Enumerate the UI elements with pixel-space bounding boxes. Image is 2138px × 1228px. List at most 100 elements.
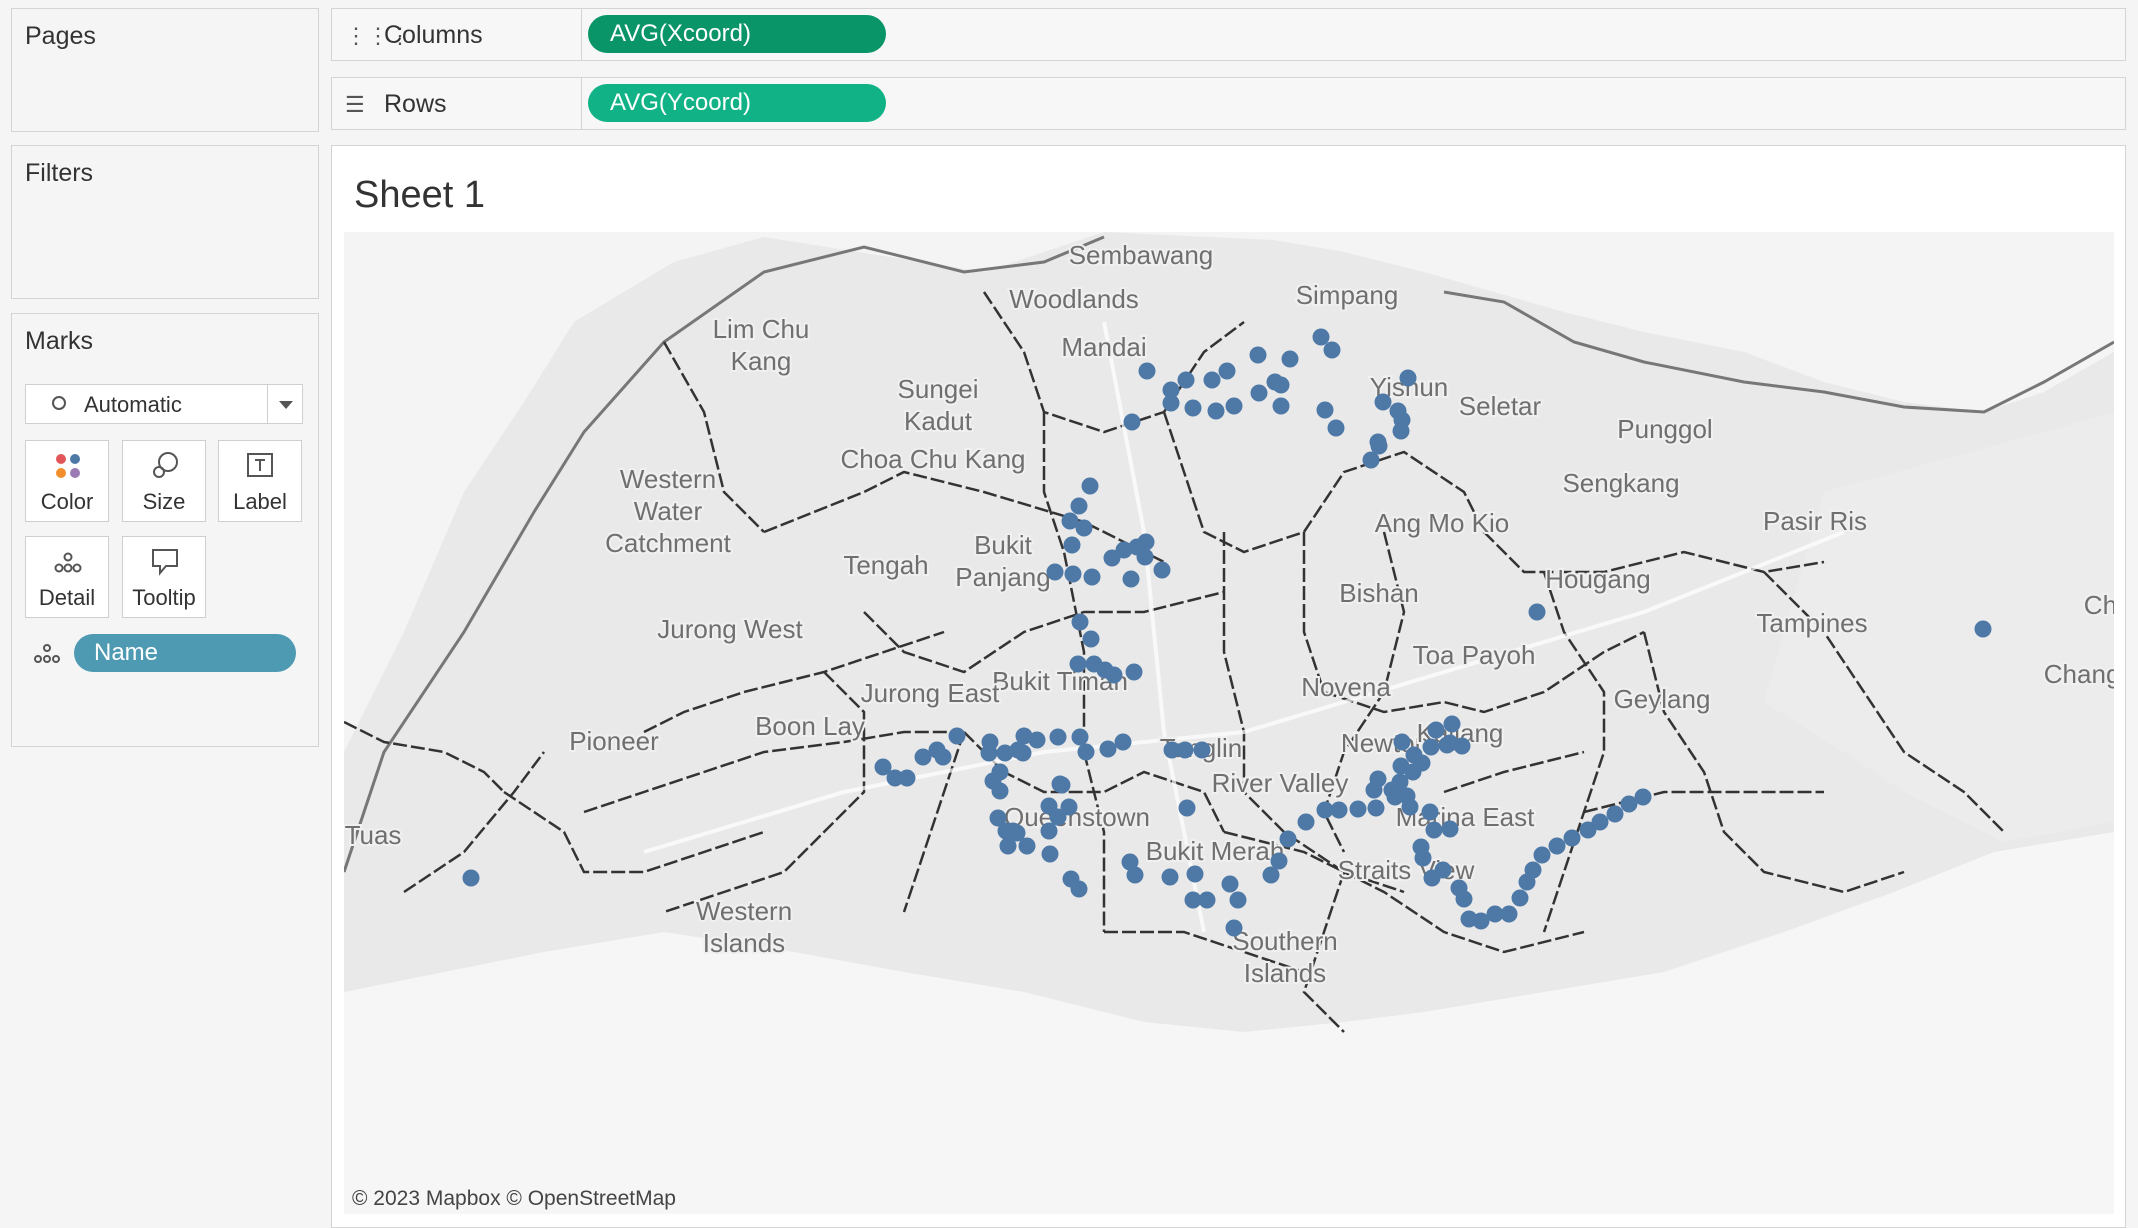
- tooltip-button[interactable]: Tooltip: [122, 536, 206, 618]
- mark-type-dropdown[interactable]: Automatic: [25, 384, 303, 424]
- map-point-mark[interactable]: [1077, 743, 1095, 761]
- map-point-mark[interactable]: [1122, 570, 1140, 588]
- map-point-mark[interactable]: [886, 769, 904, 787]
- map-point-mark[interactable]: [1425, 821, 1443, 839]
- rows-shelf[interactable]: ☰ Rows AVG(Ycoord): [331, 77, 2126, 130]
- map-point-mark[interactable]: [1422, 738, 1440, 756]
- map-point-mark[interactable]: [991, 782, 1009, 800]
- map-point-mark[interactable]: [1383, 781, 1401, 799]
- map-point-mark[interactable]: [1071, 728, 1089, 746]
- label-button[interactable]: Label: [218, 440, 302, 522]
- map-point-mark[interactable]: [1438, 736, 1456, 754]
- map-point-mark[interactable]: [1279, 830, 1297, 848]
- map-point-mark[interactable]: [1225, 919, 1243, 937]
- map-point-mark[interactable]: [1137, 533, 1155, 551]
- map-point-mark[interactable]: [1207, 402, 1225, 420]
- map-point-mark[interactable]: [1123, 413, 1141, 431]
- map-point-mark[interactable]: [1369, 770, 1387, 788]
- map-point-mark[interactable]: [1330, 801, 1348, 819]
- map-point-mark[interactable]: [1070, 497, 1088, 515]
- map-point-mark[interactable]: [1393, 411, 1411, 429]
- map-point-mark[interactable]: [996, 744, 1014, 762]
- map-point-mark[interactable]: [1049, 728, 1067, 746]
- map-point-mark[interactable]: [1081, 477, 1099, 495]
- map-point-mark[interactable]: [1041, 845, 1059, 863]
- map-point-mark[interactable]: [1362, 451, 1380, 469]
- map-point-mark[interactable]: [1374, 393, 1392, 411]
- map-point-mark[interactable]: [1136, 548, 1154, 566]
- map-point-mark[interactable]: [1162, 394, 1180, 412]
- map-point-mark[interactable]: [989, 809, 1007, 827]
- map-point-mark[interactable]: [999, 837, 1017, 855]
- map-point-mark[interactable]: [1153, 561, 1171, 579]
- map-point-mark[interactable]: [1250, 384, 1268, 402]
- map-point-mark[interactable]: [1323, 341, 1341, 359]
- map-point-mark[interactable]: [1327, 419, 1345, 437]
- map-point-mark[interactable]: [1281, 350, 1299, 368]
- map-point-mark[interactable]: [948, 727, 966, 745]
- map-point-mark[interactable]: [1511, 889, 1529, 907]
- size-button[interactable]: Size: [122, 440, 206, 522]
- map-point-mark[interactable]: [1455, 890, 1473, 908]
- map-canvas[interactable]: Sembawang Simpang Lim ChuKang Woodlands Mand…: [344, 232, 2114, 1214]
- map-point-mark[interactable]: [1399, 369, 1417, 387]
- map-point-mark[interactable]: [462, 869, 480, 887]
- rows-field-pill[interactable]: AVG(Ycoord): [588, 84, 886, 122]
- color-button[interactable]: Color: [25, 440, 109, 522]
- map-point-mark[interactable]: [1193, 741, 1211, 759]
- map-point-mark[interactable]: [1161, 868, 1179, 886]
- map-point-mark[interactable]: [1316, 401, 1334, 419]
- map-point-mark[interactable]: [1524, 861, 1542, 879]
- map-point-mark[interactable]: [1178, 799, 1196, 817]
- map-point-mark[interactable]: [1421, 803, 1439, 821]
- columns-field-pill[interactable]: AVG(Xcoord): [588, 15, 886, 53]
- map-point-mark[interactable]: [1177, 371, 1195, 389]
- map-point-mark[interactable]: [1203, 371, 1221, 389]
- map-point-mark[interactable]: [1533, 846, 1551, 864]
- map-point-mark[interactable]: [1249, 346, 1267, 364]
- map-point-mark[interactable]: [1393, 733, 1411, 751]
- map-point-mark[interactable]: [1069, 655, 1087, 673]
- detail-field-pill[interactable]: Name: [74, 634, 296, 672]
- map-point-mark[interactable]: [1443, 715, 1461, 733]
- map-point-mark[interactable]: [1427, 721, 1445, 739]
- map-point-mark[interactable]: [1184, 399, 1202, 417]
- map-point-mark[interactable]: [1018, 837, 1036, 855]
- map-point-mark[interactable]: [1053, 776, 1071, 794]
- map-point-mark[interactable]: [980, 744, 998, 762]
- map-point-mark[interactable]: [1114, 733, 1132, 751]
- map-point-mark[interactable]: [1126, 866, 1144, 884]
- map-point-mark[interactable]: [1083, 568, 1101, 586]
- map-point-mark[interactable]: [928, 741, 946, 759]
- map-point-mark[interactable]: [1046, 563, 1064, 581]
- map-point-mark[interactable]: [1225, 397, 1243, 415]
- map-point-mark[interactable]: [1221, 875, 1239, 893]
- map-point-mark[interactable]: [1075, 519, 1093, 537]
- map-point-mark[interactable]: [1070, 880, 1088, 898]
- map-point-mark[interactable]: [1414, 849, 1432, 867]
- map-point-mark[interactable]: [1441, 820, 1459, 838]
- map-point-mark[interactable]: [1272, 376, 1290, 394]
- map-point-mark[interactable]: [1270, 852, 1288, 870]
- detail-button[interactable]: Detail: [25, 536, 109, 618]
- map-point-mark[interactable]: [1163, 741, 1181, 759]
- map-point-mark[interactable]: [1040, 797, 1058, 815]
- map-point-mark[interactable]: [1434, 861, 1452, 879]
- map-point-mark[interactable]: [991, 763, 1009, 781]
- map-point-mark[interactable]: [1218, 362, 1236, 380]
- map-point-mark[interactable]: [1500, 905, 1518, 923]
- map-point-mark[interactable]: [1453, 737, 1471, 755]
- map-point-mark[interactable]: [1071, 613, 1089, 631]
- map-point-mark[interactable]: [1014, 744, 1032, 762]
- map-point-mark[interactable]: [1082, 630, 1100, 648]
- map-point-mark[interactable]: [1974, 620, 1992, 638]
- map-point-mark[interactable]: [1404, 763, 1422, 781]
- filters-shelf[interactable]: Filters: [11, 145, 319, 299]
- map-point-mark[interactable]: [1528, 603, 1546, 621]
- map-point-mark[interactable]: [1186, 865, 1204, 883]
- map-point-mark[interactable]: [1563, 829, 1581, 847]
- map-point-mark[interactable]: [1125, 663, 1143, 681]
- map-point-mark[interactable]: [1064, 565, 1082, 583]
- map-point-mark[interactable]: [1272, 397, 1290, 415]
- map-point-mark[interactable]: [1606, 805, 1624, 823]
